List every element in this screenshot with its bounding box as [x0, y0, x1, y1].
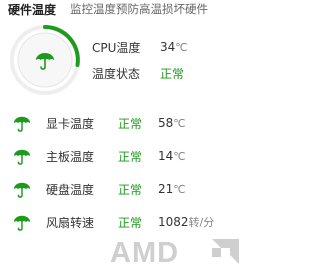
umbrella-icon — [12, 113, 32, 133]
cpu-state-value: 正常 — [160, 66, 185, 81]
umbrella-icon — [12, 146, 32, 166]
motherboard-temperature-row: 主板温度 正常 14℃ — [12, 145, 186, 167]
motherboard-temperature-label: 主板温度 — [46, 149, 95, 164]
fan-status: 正常 — [118, 215, 143, 230]
cpu-temperature-row: CPU温度 34℃ — [92, 38, 188, 56]
motherboard-status: 正常 — [118, 149, 143, 164]
cpu-temperature-label: CPU温度 — [92, 40, 141, 55]
motherboard-temperature-value: 14℃ — [158, 149, 186, 163]
disk-temperature-value: 21℃ — [158, 182, 186, 196]
page-subtitle: 监控温度预防高温损坏硬件 — [70, 2, 209, 16]
cpu-state-row: 温度状态 正常 — [92, 64, 184, 82]
gpu-temperature-value: 58℃ — [158, 116, 186, 130]
amd-logo-text: AMD — [110, 237, 179, 266]
disk-temperature-row: 硬盘温度 正常 21℃ — [12, 178, 186, 200]
umbrella-icon — [12, 179, 32, 199]
amd-logo: AMD — [108, 236, 242, 269]
cpu-temperature-value: 34℃ — [160, 40, 188, 54]
page-title: 硬件温度 — [8, 2, 57, 17]
fan-speed-value: 1082转/分 — [158, 215, 215, 229]
gpu-temperature-label: 显卡温度 — [46, 116, 95, 131]
header: 硬件温度 监控温度预防高温损坏硬件 — [8, 0, 208, 18]
cpu-state-label: 温度状态 — [92, 66, 141, 81]
cpu-temperature-gauge — [9, 24, 81, 96]
umbrella-icon — [12, 212, 32, 232]
disk-status: 正常 — [118, 182, 143, 197]
gpu-temperature-row: 显卡温度 正常 58℃ — [12, 112, 186, 134]
disk-temperature-label: 硬盘温度 — [46, 182, 95, 197]
fan-speed-label: 风扇转速 — [46, 215, 95, 230]
fan-speed-row: 风扇转速 正常 1082转/分 — [12, 211, 214, 233]
gpu-status: 正常 — [118, 116, 143, 131]
